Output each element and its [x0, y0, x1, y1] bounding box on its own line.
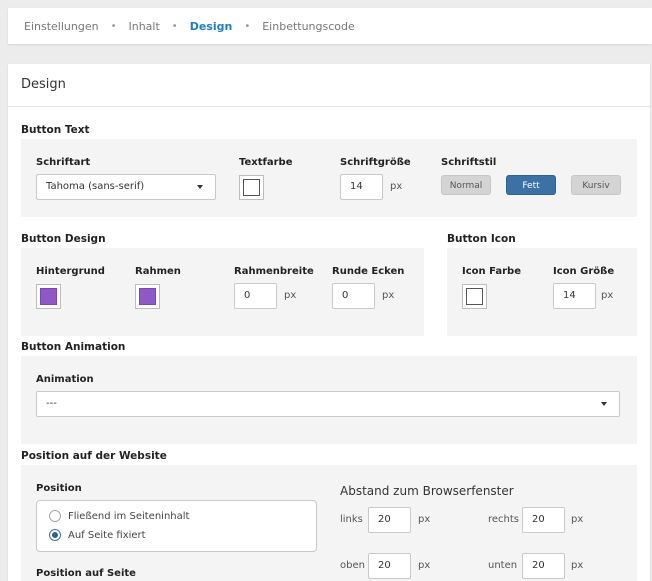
radio-floating[interactable]: Fließend im Seiteninhalt — [49, 510, 189, 522]
font-size-input[interactable]: 14 — [340, 174, 383, 200]
chevron-down-icon — [601, 402, 607, 406]
radio-fixed-label: Auf Seite fixiert — [68, 529, 146, 541]
position-section: Position Fließend im Seiteninhalt Auf Se… — [21, 465, 637, 581]
top-unit: px — [418, 560, 431, 571]
button-text-heading: Button Text — [21, 124, 90, 136]
border-width-input[interactable]: 0 — [234, 283, 277, 309]
button-icon-heading: Button Icon — [447, 233, 516, 245]
button-design-heading: Button Design — [21, 233, 106, 245]
position-heading: Position auf der Website — [21, 450, 167, 462]
top-distance-input[interactable]: 20 — [368, 553, 411, 579]
chevron-down-icon — [197, 185, 203, 189]
font-size-label: Schriftgröße — [340, 157, 411, 168]
color-preview — [139, 288, 156, 305]
button-icon-section: Icon Farbe Icon Größe 14 px — [447, 248, 637, 336]
top-label: oben — [340, 560, 365, 571]
text-color-swatch[interactable] — [239, 175, 264, 200]
font-select[interactable]: Tahoma (sans-serif) — [36, 174, 216, 200]
radio-floating-label: Fließend im Seiteninhalt — [68, 510, 190, 522]
background-label: Hintergrund — [36, 266, 105, 277]
color-preview — [466, 288, 483, 305]
breadcrumb-separator: • — [244, 20, 251, 32]
right-distance-input[interactable]: 20 — [522, 507, 565, 533]
button-text-section: Schriftart Tahoma (sans-serif) Textfarbe… — [21, 139, 637, 217]
animation-select-value: --- — [46, 398, 57, 409]
right-label: rechts — [488, 514, 520, 525]
radio-button-selected[interactable] — [49, 529, 61, 541]
left-distance-input[interactable]: 20 — [368, 507, 411, 533]
breadcrumb-separator: • — [171, 20, 178, 32]
animation-label: Animation — [36, 374, 94, 385]
breadcrumb-item-inhalt[interactable]: Inhalt — [128, 20, 159, 33]
border-width-unit: px — [284, 290, 297, 301]
radius-input[interactable]: 0 — [332, 283, 375, 309]
panel-title: Design — [8, 64, 650, 107]
style-normal-button[interactable]: Normal — [441, 175, 491, 195]
color-preview — [243, 179, 260, 196]
left-unit: px — [418, 514, 431, 525]
breadcrumb-item-design[interactable]: Design — [190, 20, 233, 33]
border-width-label: Rahmenbreite — [234, 266, 314, 277]
style-italic-button[interactable]: Kursiv — [571, 175, 621, 195]
icon-color-swatch[interactable] — [462, 284, 487, 309]
breadcrumb: Einstellungen • Inhalt • Design • Einbet… — [8, 8, 652, 44]
page-position-label: Position auf Seite — [36, 568, 136, 579]
breadcrumb-item-einbettungscode[interactable]: Einbettungscode — [262, 20, 355, 33]
button-animation-section: Animation --- — [21, 356, 637, 444]
icon-size-input[interactable]: 14 — [553, 283, 596, 309]
icon-size-label: Icon Größe — [553, 266, 615, 277]
background-color-swatch[interactable] — [36, 284, 61, 309]
font-label: Schriftart — [36, 157, 91, 168]
distance-heading: Abstand zum Browserfenster — [340, 484, 514, 498]
button-animation-heading: Button Animation — [21, 341, 126, 353]
radius-label: Runde Ecken — [332, 266, 405, 277]
radius-unit: px — [382, 290, 395, 301]
bottom-unit: px — [571, 560, 584, 571]
font-size-unit: px — [390, 181, 403, 192]
breadcrumb-separator: • — [110, 20, 117, 32]
style-bold-button[interactable]: Fett — [506, 175, 556, 195]
position-radio-group: Fließend im Seiteninhalt Auf Seite fixie… — [36, 500, 317, 552]
right-unit: px — [571, 514, 584, 525]
animation-select[interactable]: --- — [36, 391, 620, 417]
icon-size-unit: px — [601, 290, 614, 301]
radio-fixed[interactable]: Auf Seite fixiert — [49, 529, 146, 541]
border-color-swatch[interactable] — [135, 284, 160, 309]
font-style-label: Schriftstil — [441, 157, 497, 168]
breadcrumb-item-einstellungen[interactable]: Einstellungen — [24, 20, 99, 33]
bottom-label: unten — [488, 560, 518, 571]
bottom-distance-input[interactable]: 20 — [522, 553, 565, 579]
radio-button[interactable] — [49, 510, 61, 522]
color-preview — [40, 288, 57, 305]
text-color-label: Textfarbe — [239, 157, 293, 168]
font-select-value: Tahoma (sans-serif) — [46, 181, 145, 192]
design-panel: Design Button Text Schriftart Tahoma (sa… — [8, 64, 650, 581]
icon-color-label: Icon Farbe — [462, 266, 521, 277]
border-label: Rahmen — [135, 266, 181, 277]
button-design-section: Hintergrund Rahmen Rahmenbreite 0 px Run… — [21, 248, 424, 336]
position-label: Position — [36, 483, 82, 494]
left-label: links — [340, 514, 363, 525]
